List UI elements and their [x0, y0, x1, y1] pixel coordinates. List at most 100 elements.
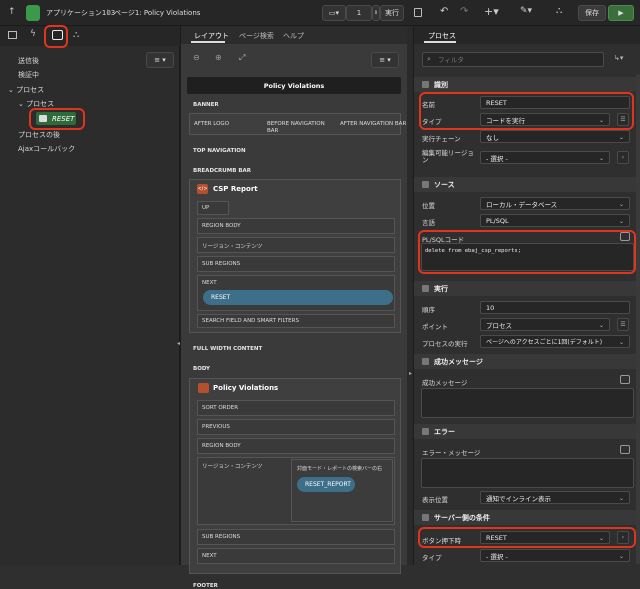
group-error[interactable]: エラー — [414, 424, 640, 439]
zoom-out-icon[interactable]: ⊖ — [193, 53, 200, 62]
filter-input[interactable] — [438, 54, 598, 65]
csp-sub-regions-label: SUB REGIONS — [202, 261, 241, 267]
policy-region-body-label: REGION BODY — [202, 443, 241, 449]
undo-icon[interactable]: ↶ — [440, 6, 448, 17]
condition-type-label: タイプ — [422, 554, 442, 562]
code-editor-expand-icon[interactable] — [620, 232, 630, 241]
page-number-input[interactable]: 1 — [346, 5, 372, 21]
chain-select[interactable]: なし ⌄ — [480, 130, 630, 143]
language-select[interactable]: PL/SQL ⌄ — [480, 214, 630, 227]
redo-icon[interactable]: ↷ — [460, 6, 468, 17]
page-doc-button[interactable]: ▭▾ — [322, 5, 346, 21]
zoom-in-icon[interactable]: ⊕ — [215, 53, 222, 62]
success-message-editor[interactable] — [421, 388, 634, 418]
display-location-select[interactable]: 通知でインライン表示 ⌄ — [480, 491, 630, 504]
error-message-label: エラー・メッセージ — [422, 449, 481, 457]
shared-components-tab-icon[interactable]: ⛬ — [73, 30, 79, 40]
breadcrumb-app[interactable]: アプリケーション103 — [46, 8, 115, 18]
type-select[interactable]: コードを実行 ⌄ — [480, 113, 610, 126]
lock-icon[interactable] — [414, 8, 422, 17]
button-press-go-button[interactable]: › — [617, 531, 629, 544]
right-splitter-arrow-icon[interactable]: ▸ — [409, 370, 412, 377]
csp-up-label: UP — [202, 205, 210, 211]
group-identification[interactable]: 識別 — [414, 77, 640, 92]
left-tree-panel: ϟ ⛬ 送信後 検証中 ⌄ プロセス ⌄ プロセス RESET プロセスの後 A… — [0, 25, 180, 565]
tree-validating[interactable]: 検証中 — [18, 70, 39, 80]
editable-region-go-button[interactable]: › — [617, 151, 629, 164]
policy-region-title[interactable]: Policy Violations — [213, 384, 278, 392]
run-process-select[interactable]: ページへのアクセスごとに1回(デフォルト) ⌄ — [480, 335, 630, 348]
up-arrow-icon[interactable]: ↑ — [8, 7, 16, 17]
layout-menu-button[interactable]: ≡ ▾ — [371, 52, 399, 68]
sequence-label: 順序 — [422, 306, 435, 314]
page-title-bar[interactable]: Policy Violations — [187, 77, 401, 94]
left-splitter[interactable] — [180, 26, 181, 565]
condition-type-select[interactable]: - 選択 - ⌄ — [480, 549, 630, 562]
name-field[interactable]: RESET — [480, 96, 630, 109]
chain-label: 実行チェーン — [422, 135, 461, 143]
success-expand-icon[interactable] — [620, 375, 630, 384]
group-execution[interactable]: 実行 — [414, 281, 640, 296]
full-width-label: FULL WIDTH CONTENT — [193, 346, 263, 352]
type-list-button[interactable]: ☰ — [617, 113, 629, 126]
group-source[interactable]: ソース — [414, 177, 640, 192]
tree-process-group[interactable]: ⌄ プロセス — [18, 99, 54, 109]
layout-panel: レイアウト ページ検索 ヘルプ ⊖ ⊕ ⤢ ≡ ▾ Policy Violati… — [181, 26, 407, 589]
tree-menu-button[interactable]: ≡ ▾ — [146, 52, 174, 68]
language-label: 言語 — [422, 219, 435, 227]
scrollbar[interactable] — [636, 74, 640, 564]
shared-components-icon[interactable]: ⛬ — [556, 6, 562, 16]
policy-previous-label: PREVIOUS — [202, 424, 230, 430]
expand-icon[interactable]: ⤢ — [239, 53, 245, 63]
go-to-group-icon[interactable]: ↳▾ — [614, 54, 623, 62]
rendering-tab-icon[interactable] — [8, 31, 17, 39]
run-button[interactable]: ▶ — [608, 5, 634, 21]
point-list-button[interactable]: ☰ — [617, 318, 629, 331]
point-label: ポイント — [422, 323, 448, 331]
page-stepper[interactable]: ⇕ — [372, 5, 380, 21]
button-press-select[interactable]: RESET ⌄ — [480, 531, 610, 544]
before-nav-bar[interactable]: BEFORE NAVIGATION BAR — [267, 121, 327, 135]
tab-page-search[interactable]: ページ検索 — [239, 31, 274, 41]
save-button[interactable]: 保存 — [578, 5, 606, 21]
processing-tab-icon[interactable] — [52, 30, 63, 40]
utilities-icon[interactable]: ✎▾ — [520, 6, 532, 16]
plsql-code-text: delete from ebaj_csp_reports; — [425, 248, 522, 254]
reset-report-button-component[interactable]: RESET_REPORT — [297, 477, 355, 492]
csp-contents-label: リージョン・コンテンツ — [202, 244, 263, 250]
sequence-field[interactable]: 10 — [480, 301, 630, 314]
collapse-chevron-icon — [422, 428, 429, 435]
tree-after-processing[interactable]: プロセスの後 — [18, 130, 60, 140]
reset-button-component[interactable]: RESET — [203, 290, 393, 305]
left-splitter-arrow-icon[interactable]: ◂ — [177, 340, 180, 347]
policy-sub-regions-label: SUB REGIONS — [202, 534, 241, 540]
error-expand-icon[interactable] — [620, 445, 630, 454]
editable-region-select[interactable]: - 選択 - ⌄ — [480, 151, 610, 164]
add-icon[interactable]: +▾ — [484, 5, 499, 18]
point-select[interactable]: プロセス ⌄ — [480, 318, 610, 331]
dynamic-actions-tab-icon[interactable]: ϟ — [30, 29, 36, 39]
tree-ajax-callback[interactable]: Ajaxコールバック — [18, 144, 75, 154]
footer-label: FOOTER — [193, 583, 218, 589]
tab-layout[interactable]: レイアウト — [194, 31, 229, 41]
csp-report-title[interactable]: CSP Report — [213, 185, 258, 193]
breadcrumb-page[interactable]: ページ1: Policy Violations — [114, 8, 200, 18]
tree-after-submit[interactable]: 送信後 — [18, 56, 39, 66]
tab-help[interactable]: ヘルプ — [283, 31, 304, 41]
report-icon — [198, 383, 209, 393]
process-icon — [39, 115, 47, 122]
group-server-condition[interactable]: サーバー側の条件 — [414, 510, 640, 525]
run-page-button[interactable]: 実行 — [380, 5, 404, 21]
group-success-message[interactable]: 成功メッセージ — [414, 354, 640, 369]
after-nav-bar[interactable]: AFTER NAVIGATION BAR — [340, 121, 406, 127]
error-message-editor[interactable] — [421, 458, 634, 488]
after-logo[interactable]: AFTER LOGO — [194, 121, 229, 127]
tree-processes[interactable]: ⌄ プロセス — [8, 85, 44, 95]
location-select[interactable]: ローカル・データベース ⌄ — [480, 197, 630, 210]
layout-tabs: レイアウト ページ検索 ヘルプ — [181, 26, 407, 44]
tree-reset-node[interactable]: RESET — [36, 112, 76, 125]
policy-next[interactable] — [197, 548, 395, 564]
csp-next-label: NEXT — [202, 280, 217, 286]
tab-process[interactable]: プロセス — [428, 31, 456, 41]
body-label: BODY — [193, 366, 211, 372]
